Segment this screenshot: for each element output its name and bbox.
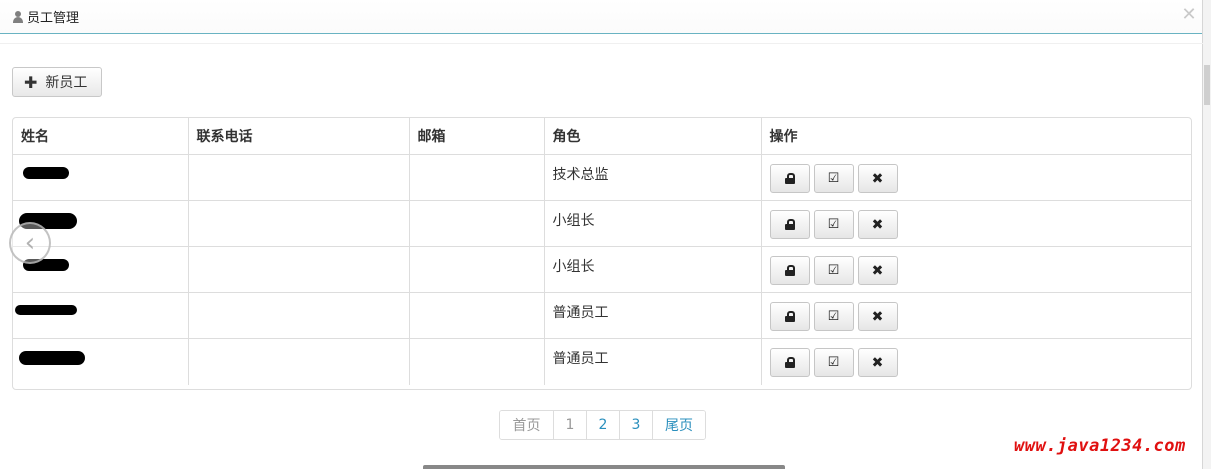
table-row[interactable]: 小组长 ☑ ✖ [13,200,1191,247]
delete-button[interactable]: ✖ [857,210,898,239]
email-cell [409,246,545,293]
delete-button[interactable]: ✖ [857,348,898,377]
dialog-title: 员工管理 [27,11,80,26]
name-cell [13,338,189,385]
page-link-2[interactable]: 2 [587,411,620,439]
edit-icon: ☑ [827,309,840,324]
back-arrow-icon[interactable]: ‹ [9,222,51,264]
lock-icon [784,311,795,322]
role-cell: 普通员工 [544,292,762,339]
delete-icon: ✖ [871,216,884,233]
redacted-name [23,167,69,179]
role-cell: 小组长 [544,246,762,293]
plus-icon: ✚ [24,72,38,92]
table-row[interactable]: 普通员工 ☑ ✖ [13,292,1191,339]
column-header-actions: 操作 [761,118,1191,155]
table-row[interactable]: 普通员工 ☑ ✖ [13,338,1191,385]
phone-cell [188,246,410,293]
name-cell [13,292,189,339]
lock-icon [784,219,795,230]
actions-cell: ☑ ✖ [761,246,1191,293]
edit-button[interactable]: ☑ [813,164,854,193]
edit-icon: ☑ [827,263,840,278]
delete-button[interactable]: ✖ [857,302,898,331]
email-cell [409,154,545,201]
column-header-name[interactable]: 姓名 [13,118,189,155]
name-cell [13,154,189,201]
new-employee-button[interactable]: ✚ 新员工 [12,67,102,97]
bottom-scrollbar[interactable] [423,465,785,469]
lock-button[interactable] [769,302,810,331]
first-page-link[interactable]: 首页 [500,411,554,439]
dialog-titlebar: 员工管理 ✕ [0,0,1202,34]
page-link-3[interactable]: 3 [620,411,653,439]
table-row[interactable]: 技术总监 ☑ ✖ [13,154,1191,201]
lock-icon [784,173,795,184]
role-cell: 小组长 [544,200,762,247]
actions-cell: ☑ ✖ [761,292,1191,339]
edit-icon: ☑ [827,217,840,232]
lock-icon [784,265,795,276]
column-header-phone[interactable]: 联系电话 [188,118,410,155]
lock-button[interactable] [769,348,810,377]
employee-management-dialog: 员工管理 ✕ ✚ 新员工 姓名 联系电话 邮箱 角色 操作 技术总监 ☑ ✖ 小… [0,0,1203,469]
lock-button[interactable] [769,256,810,285]
redacted-name [19,351,85,365]
edit-button[interactable]: ☑ [813,302,854,331]
delete-button[interactable]: ✖ [857,164,898,193]
close-icon[interactable]: ✕ [1180,6,1198,24]
pagination: 首页 1 2 3 尾页 [499,410,706,440]
email-cell [409,292,545,339]
divider [0,43,1203,44]
new-employee-label: 新员工 [45,75,88,91]
edit-icon: ☑ [827,171,840,186]
role-cell: 技术总监 [544,154,762,201]
lock-button[interactable] [769,210,810,239]
delete-icon: ✖ [871,170,884,187]
role-cell: 普通员工 [544,338,762,385]
redacted-name [15,305,77,315]
scrollbar-thumb[interactable] [1204,65,1210,105]
user-icon [12,10,24,24]
delete-button[interactable]: ✖ [857,256,898,285]
actions-cell: ☑ ✖ [761,154,1191,201]
lock-icon [784,357,795,368]
edit-icon: ☑ [827,355,840,370]
delete-icon: ✖ [871,354,884,371]
phone-cell [188,154,410,201]
scrollbar[interactable] [1203,0,1211,469]
delete-icon: ✖ [871,262,884,279]
column-header-role[interactable]: 角色 [544,118,762,155]
phone-cell [188,200,410,247]
edit-button[interactable]: ☑ [813,256,854,285]
watermark: www.java1234.com [1014,436,1186,456]
last-page-link[interactable]: 尾页 [653,411,705,439]
email-cell [409,338,545,385]
phone-cell [188,292,410,339]
delete-icon: ✖ [871,308,884,325]
page-link-1[interactable]: 1 [554,411,587,439]
edit-button[interactable]: ☑ [813,348,854,377]
column-header-email[interactable]: 邮箱 [409,118,545,155]
phone-cell [188,338,410,385]
table-header-row: 姓名 联系电话 邮箱 角色 操作 [13,118,1191,155]
actions-cell: ☑ ✖ [761,339,1191,385]
actions-cell: ☑ ✖ [761,200,1191,247]
edit-button[interactable]: ☑ [813,210,854,239]
table-row[interactable]: 小组长 ☑ ✖ [13,246,1191,293]
email-cell [409,200,545,247]
employee-table: 姓名 联系电话 邮箱 角色 操作 技术总监 ☑ ✖ 小组长 ☑ ✖ 小组长 ☑ … [12,117,1192,390]
lock-button[interactable] [769,164,810,193]
